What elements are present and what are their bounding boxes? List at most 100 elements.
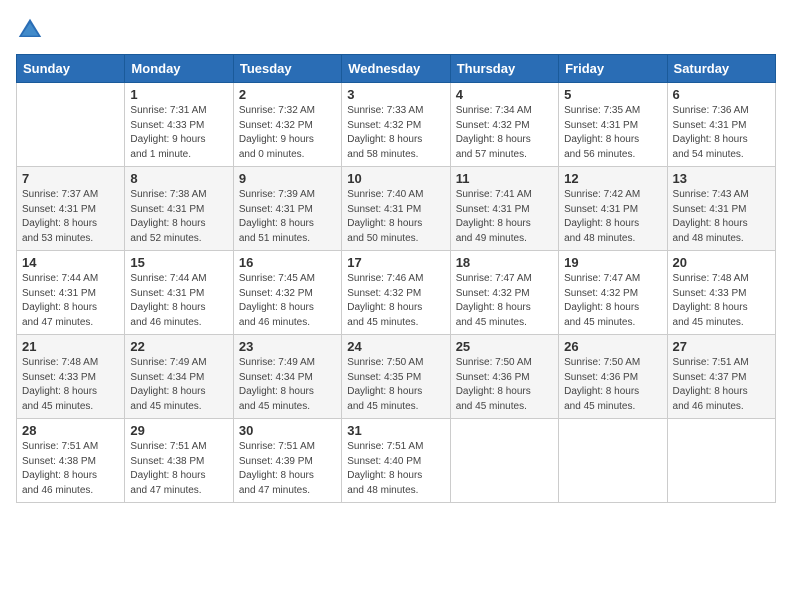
- day-info: Sunrise: 7:45 AMSunset: 4:32 PMDaylight:…: [239, 272, 336, 330]
- day-info: Sunrise: 7:51 AMSunset: 4:39 PMDaylight:…: [239, 440, 336, 498]
- day-cell: 9Sunrise: 7:39 AMSunset: 4:31 PMDaylight…: [233, 167, 341, 251]
- day-cell: 12 Sunrise: 7:42 AMSunset: 4:31 PMDayligh…: [559, 167, 667, 251]
- day-info: Sunrise: 7:51 AMSunset: 4:37 PMDaylight:…: [673, 356, 770, 414]
- day-number: 5: [564, 87, 661, 102]
- day-cell: 31 Sunrise: 7:51 AMSunset: 4:40 PMDayligh…: [342, 419, 450, 503]
- day-number: 18: [456, 255, 553, 270]
- day-number: 15: [130, 255, 227, 270]
- day-cell: 14 Sunrise: 7:44 AMSunset: 4:31 PMDayligh…: [17, 251, 125, 335]
- day-number: 12: [564, 171, 661, 186]
- day-info: Sunrise: 7:43 AMSunset: 4:31 PMDaylight:…: [673, 188, 770, 246]
- week-row-0: 1 Sunrise: 7:31 AMSunset: 4:33 PMDaylight…: [17, 83, 776, 167]
- day-cell: 25Sunrise: 7:50 AMSunset: 4:36 PMDayligh…: [450, 335, 558, 419]
- day-info: Sunrise: 7:47 AMSunset: 4:32 PMDaylight:…: [564, 272, 661, 330]
- day-cell: 6 Sunrise: 7:36 AMSunset: 4:31 PMDaylight…: [667, 83, 775, 167]
- day-number: 1: [130, 87, 227, 102]
- day-cell: 8 Sunrise: 7:38 AMSunset: 4:31 PMDaylight…: [125, 167, 233, 251]
- day-cell: [559, 419, 667, 503]
- day-cell: [667, 419, 775, 503]
- day-cell: 5 Sunrise: 7:35 AMSunset: 4:31 PMDaylight…: [559, 83, 667, 167]
- day-info: Sunrise: 7:50 AMSunset: 4:35 PMDaylight:…: [347, 356, 444, 414]
- day-info: Sunrise: 7:42 AMSunset: 4:31 PMDaylight:…: [564, 188, 661, 246]
- weekday-header-thursday: Thursday: [450, 55, 558, 83]
- day-info: Sunrise: 7:34 AMSunset: 4:32 PMDaylight:…: [456, 104, 553, 162]
- day-cell: 29 Sunrise: 7:51 AMSunset: 4:38 PMDayligh…: [125, 419, 233, 503]
- weekday-header-saturday: Saturday: [667, 55, 775, 83]
- day-cell: 26Sunrise: 7:50 AMSunset: 4:36 PMDayligh…: [559, 335, 667, 419]
- day-info: Sunrise: 7:31 AMSunset: 4:33 PMDaylight:…: [130, 104, 227, 162]
- weekday-header-row: SundayMondayTuesdayWednesdayThursdayFrid…: [17, 55, 776, 83]
- day-number: 30: [239, 423, 336, 438]
- day-cell: 4 Sunrise: 7:34 AMSunset: 4:32 PMDaylight…: [450, 83, 558, 167]
- logo-icon: [16, 16, 44, 44]
- day-number: 26: [564, 339, 661, 354]
- day-number: 23: [239, 339, 336, 354]
- day-number: 17: [347, 255, 444, 270]
- day-number: 8: [130, 171, 227, 186]
- day-info: Sunrise: 7:33 AMSunset: 4:32 PMDaylight:…: [347, 104, 444, 162]
- day-number: 9: [239, 171, 336, 186]
- day-number: 22: [130, 339, 227, 354]
- day-cell: 18Sunrise: 7:47 AMSunset: 4:32 PMDayligh…: [450, 251, 558, 335]
- day-info: Sunrise: 7:49 AMSunset: 4:34 PMDaylight:…: [130, 356, 227, 414]
- day-number: 29: [130, 423, 227, 438]
- day-number: 2: [239, 87, 336, 102]
- day-info: Sunrise: 7:49 AMSunset: 4:34 PMDaylight:…: [239, 356, 336, 414]
- day-cell: 28 Sunrise: 7:51 AMSunset: 4:38 PMDayligh…: [17, 419, 125, 503]
- day-number: 4: [456, 87, 553, 102]
- day-cell: 30 Sunrise: 7:51 AMSunset: 4:39 PMDayligh…: [233, 419, 341, 503]
- day-info: Sunrise: 7:41 AMSunset: 4:31 PMDaylight:…: [456, 188, 553, 246]
- day-cell: 23 Sunrise: 7:49 AMSunset: 4:34 PMDayligh…: [233, 335, 341, 419]
- day-number: 10: [347, 171, 444, 186]
- day-cell: 7Sunrise: 7:37 AMSunset: 4:31 PMDaylight…: [17, 167, 125, 251]
- weekday-header-monday: Monday: [125, 55, 233, 83]
- day-info: Sunrise: 7:37 AMSunset: 4:31 PMDaylight:…: [22, 188, 119, 246]
- weekday-header-tuesday: Tuesday: [233, 55, 341, 83]
- day-info: Sunrise: 7:35 AMSunset: 4:31 PMDaylight:…: [564, 104, 661, 162]
- day-cell: 16 Sunrise: 7:45 AMSunset: 4:32 PMDayligh…: [233, 251, 341, 335]
- day-cell: 17 Sunrise: 7:46 AMSunset: 4:32 PMDayligh…: [342, 251, 450, 335]
- day-cell: 24Sunrise: 7:50 AMSunset: 4:35 PMDayligh…: [342, 335, 450, 419]
- day-info: Sunrise: 7:40 AMSunset: 4:31 PMDaylight:…: [347, 188, 444, 246]
- day-cell: [450, 419, 558, 503]
- day-cell: 22 Sunrise: 7:49 AMSunset: 4:34 PMDayligh…: [125, 335, 233, 419]
- day-number: 28: [22, 423, 119, 438]
- weekday-header-sunday: Sunday: [17, 55, 125, 83]
- day-info: Sunrise: 7:38 AMSunset: 4:31 PMDaylight:…: [130, 188, 227, 246]
- day-info: Sunrise: 7:36 AMSunset: 4:31 PMDaylight:…: [673, 104, 770, 162]
- day-info: Sunrise: 7:46 AMSunset: 4:32 PMDaylight:…: [347, 272, 444, 330]
- week-row-1: 7Sunrise: 7:37 AMSunset: 4:31 PMDaylight…: [17, 167, 776, 251]
- day-info: Sunrise: 7:51 AMSunset: 4:38 PMDaylight:…: [130, 440, 227, 498]
- day-number: 3: [347, 87, 444, 102]
- day-info: Sunrise: 7:51 AMSunset: 4:38 PMDaylight:…: [22, 440, 119, 498]
- calendar-table: SundayMondayTuesdayWednesdayThursdayFrid…: [16, 54, 776, 503]
- day-cell: 10 Sunrise: 7:40 AMSunset: 4:31 PMDayligh…: [342, 167, 450, 251]
- day-cell: 19 Sunrise: 7:47 AMSunset: 4:32 PMDayligh…: [559, 251, 667, 335]
- day-cell: 21Sunrise: 7:48 AMSunset: 4:33 PMDayligh…: [17, 335, 125, 419]
- day-cell: 15 Sunrise: 7:44 AMSunset: 4:31 PMDayligh…: [125, 251, 233, 335]
- day-number: 19: [564, 255, 661, 270]
- day-number: 14: [22, 255, 119, 270]
- day-info: Sunrise: 7:51 AMSunset: 4:40 PMDaylight:…: [347, 440, 444, 498]
- day-cell: 27 Sunrise: 7:51 AMSunset: 4:37 PMDayligh…: [667, 335, 775, 419]
- day-number: 6: [673, 87, 770, 102]
- day-cell: 1 Sunrise: 7:31 AMSunset: 4:33 PMDaylight…: [125, 83, 233, 167]
- day-cell: [17, 83, 125, 167]
- week-row-4: 28 Sunrise: 7:51 AMSunset: 4:38 PMDayligh…: [17, 419, 776, 503]
- day-cell: 3 Sunrise: 7:33 AMSunset: 4:32 PMDaylight…: [342, 83, 450, 167]
- day-info: Sunrise: 7:32 AMSunset: 4:32 PMDaylight:…: [239, 104, 336, 162]
- day-info: Sunrise: 7:48 AMSunset: 4:33 PMDaylight:…: [673, 272, 770, 330]
- page-container: SundayMondayTuesdayWednesdayThursdayFrid…: [0, 0, 792, 513]
- day-number: 25: [456, 339, 553, 354]
- week-row-3: 21Sunrise: 7:48 AMSunset: 4:33 PMDayligh…: [17, 335, 776, 419]
- day-number: 27: [673, 339, 770, 354]
- day-number: 16: [239, 255, 336, 270]
- day-number: 21: [22, 339, 119, 354]
- day-info: Sunrise: 7:44 AMSunset: 4:31 PMDaylight:…: [130, 272, 227, 330]
- day-cell: 20Sunrise: 7:48 AMSunset: 4:33 PMDayligh…: [667, 251, 775, 335]
- day-info: Sunrise: 7:44 AMSunset: 4:31 PMDaylight:…: [22, 272, 119, 330]
- weekday-header-wednesday: Wednesday: [342, 55, 450, 83]
- day-number: 13: [673, 171, 770, 186]
- day-cell: 13 Sunrise: 7:43 AMSunset: 4:31 PMDayligh…: [667, 167, 775, 251]
- day-number: 31: [347, 423, 444, 438]
